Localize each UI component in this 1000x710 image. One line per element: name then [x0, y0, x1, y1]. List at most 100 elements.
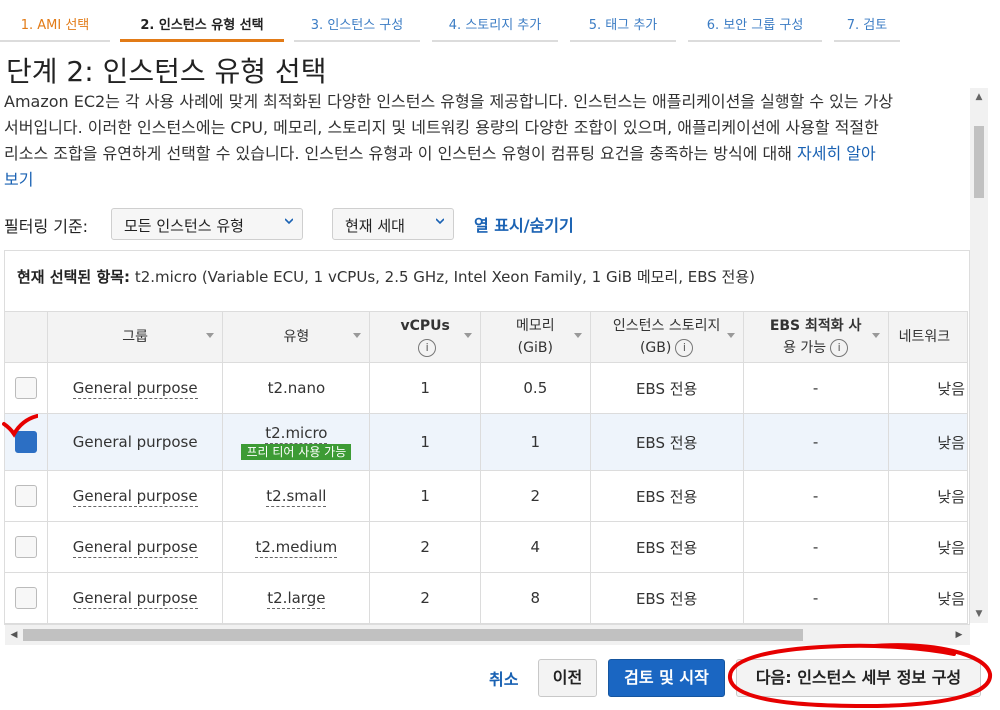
header-label: 유형: [283, 329, 310, 345]
group-link[interactable]: General purpose: [72, 487, 198, 507]
group-link[interactable]: General purpose: [72, 538, 198, 558]
ebs-cell: -: [742, 521, 889, 573]
step-label: 1. AMI 선택: [20, 18, 90, 33]
scrollbar-thumb[interactable]: [974, 126, 984, 198]
show-hide-columns-link[interactable]: 열 표시/숨기기: [474, 212, 574, 236]
scroll-down-icon[interactable]: ▼: [970, 607, 988, 621]
current-selection-label: 현재 선택된 항목:: [17, 268, 131, 286]
header-label-cont: 용 가능: [783, 340, 827, 356]
info-icon[interactable]: i: [830, 339, 849, 357]
table-row[interactable]: General purpose t2.small 1 2 EBS 전용 - 낮음: [5, 470, 969, 522]
type-value: t2.micro: [265, 424, 328, 444]
free-tier-badge: 프리 티어 사용 가능: [241, 444, 352, 460]
previous-button[interactable]: 이전: [538, 659, 597, 697]
ebs-cell: -: [742, 572, 889, 624]
network-cell: 낮음: [887, 470, 969, 522]
instance-family-select[interactable]: 모든 인스턴스 유형: [111, 208, 303, 240]
column-header-type[interactable]: 유형: [222, 311, 371, 363]
step-add-tags[interactable]: 5. 태그 추가: [570, 0, 676, 42]
header-label: vCPUs: [400, 318, 450, 334]
filter-label: 필터링 기준:: [4, 217, 89, 236]
scroll-up-icon[interactable]: ▲: [970, 90, 988, 104]
type-cell: t2.micro 프리 티어 사용 가능: [222, 413, 371, 471]
column-header-network[interactable]: 네트워크: [887, 311, 969, 363]
column-header-memory[interactable]: 메모리 (GiB): [479, 311, 591, 363]
step-add-storage[interactable]: 4. 스토리지 추가: [432, 0, 558, 42]
table-row[interactable]: General purpose t2.nano 1 0.5 EBS 전용 - 낮…: [5, 362, 969, 414]
generation-select[interactable]: 현재 세대: [332, 208, 454, 240]
storage-cell: EBS 전용: [589, 362, 744, 414]
sort-icon[interactable]: [463, 333, 472, 338]
learn-more-link-cont[interactable]: 보기: [4, 170, 33, 189]
cancel-link[interactable]: 취소: [489, 666, 518, 690]
step-configure-security-group[interactable]: 6. 보안 그룹 구성: [688, 0, 822, 42]
network-cell: 낮음: [887, 572, 969, 624]
memory-cell: 0.5: [479, 362, 591, 414]
sort-icon[interactable]: [206, 333, 215, 338]
vcpus-cell: 1: [369, 362, 481, 414]
vcpus-cell: 1: [369, 413, 481, 471]
scrollbar-thumb[interactable]: [23, 629, 803, 641]
network-cell: 낮음: [887, 413, 969, 471]
step-label: 6. 보안 그룹 구성: [706, 18, 804, 33]
ebs-cell: -: [742, 362, 889, 414]
instance-family-value: 모든 인스턴스 유형: [124, 217, 244, 235]
network-cell: 낮음: [887, 521, 969, 573]
info-icon[interactable]: i: [675, 339, 694, 357]
ebs-cell: -: [742, 470, 889, 522]
group-link[interactable]: General purpose: [72, 379, 198, 399]
header-label: 그룹: [122, 329, 149, 345]
step-label: 4. 스토리지 추가: [448, 18, 542, 33]
column-header-vcpus[interactable]: vCPUs i: [369, 311, 481, 363]
review-and-launch-button[interactable]: 검토 및 시작: [608, 659, 725, 697]
sort-icon[interactable]: [353, 333, 362, 338]
header-label: 네트워크: [898, 329, 951, 345]
sort-icon[interactable]: [573, 333, 582, 338]
learn-more-link[interactable]: 자세히 알아: [797, 144, 876, 163]
intro-line: 서버입니다. 이러한 인스턴스에는 CPU, 메모리, 스토리지 및 네트워킹 …: [4, 118, 879, 137]
storage-cell: EBS 전용: [589, 470, 744, 522]
annotation-checkmark-icon: [2, 414, 38, 438]
step-configure-instance[interactable]: 3. 인스턴스 구성: [294, 0, 420, 42]
intro-line: Amazon EC2는 각 사용 사례에 맞게 최적화된 다양한 인스턴스 유형…: [4, 92, 894, 111]
memory-cell: 2: [479, 470, 591, 522]
sort-icon[interactable]: [726, 333, 735, 338]
memory-cell: 4: [479, 521, 591, 573]
sort-icon[interactable]: [871, 333, 880, 338]
table-header-row: 그룹 유형 vCPUs i 메모리 (GiB) 인스턴스 스토리지 (GB) i EBS…: [5, 311, 969, 363]
header-unit: (GiB): [517, 340, 553, 356]
instance-type-panel: 현재 선택된 항목: t2.micro (Variable ECU, 1 vCP…: [4, 250, 970, 625]
table-row-selected[interactable]: General purpose t2.micro 프리 티어 사용 가능 1 1…: [5, 413, 969, 471]
header-label: EBS 최적화 사: [769, 318, 862, 334]
header-unit: (GB): [639, 340, 672, 356]
column-header-group[interactable]: 그룹: [47, 311, 224, 363]
chevron-down-icon: [285, 218, 293, 225]
page-title: 단계 2: 인스턴스 유형 선택: [6, 55, 327, 88]
memory-cell: 1: [479, 413, 591, 471]
table-row[interactable]: General purpose t2.medium 2 4 EBS 전용 - 낮…: [5, 521, 969, 573]
storage-cell: EBS 전용: [589, 572, 744, 624]
step-label: 7. 검토: [846, 18, 888, 33]
table-row[interactable]: General purpose t2.large 2 8 EBS 전용 - 낮음: [5, 572, 969, 624]
select-column-header: [5, 311, 49, 363]
info-icon[interactable]: i: [418, 339, 437, 357]
scroll-left-icon[interactable]: ◀: [7, 625, 21, 645]
vcpus-cell: 2: [369, 572, 481, 624]
current-selection: 현재 선택된 항목: t2.micro (Variable ECU, 1 vCP…: [17, 266, 755, 287]
intro-text: Amazon EC2는 각 사용 사례에 맞게 최적화된 다양한 인스턴스 유형…: [4, 89, 966, 193]
step-choose-instance-type[interactable]: 2. 인스턴스 유형 선택: [120, 0, 284, 42]
row-checkbox[interactable]: [15, 536, 38, 558]
row-checkbox[interactable]: [15, 485, 38, 507]
group-link[interactable]: General purpose: [72, 589, 198, 609]
group-link[interactable]: General purpose: [73, 433, 198, 451]
annotation-circle-icon: [728, 643, 993, 709]
step-choose-ami[interactable]: 1. AMI 선택: [0, 0, 110, 42]
row-checkbox[interactable]: [15, 377, 38, 399]
row-checkbox[interactable]: [15, 587, 38, 609]
generation-value: 현재 세대: [345, 217, 405, 235]
vertical-scrollbar[interactable]: ▲ ▼: [970, 88, 988, 623]
storage-cell: EBS 전용: [589, 521, 744, 573]
column-header-ebs-optimized[interactable]: EBS 최적화 사용 가능 i: [742, 311, 889, 363]
step-review[interactable]: 7. 검토: [834, 0, 900, 42]
column-header-instance-storage[interactable]: 인스턴스 스토리지 (GB) i: [589, 311, 744, 363]
